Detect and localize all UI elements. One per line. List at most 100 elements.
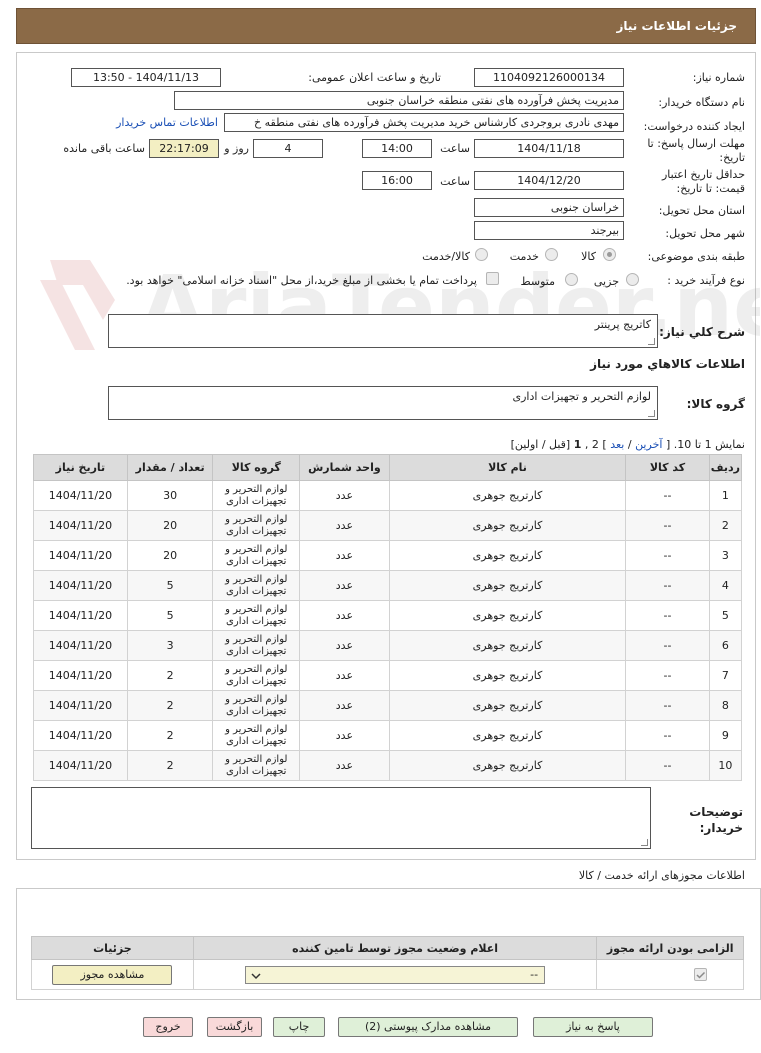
row-group: لوازم التحریر و تجهیزات اداری	[212, 480, 301, 511]
permit-row: -- مشاهده مجوز	[31, 959, 744, 990]
row-date: 1404/11/20	[33, 720, 128, 751]
process-minor-label: جزیی	[593, 275, 619, 288]
permit-details-cell: مشاهده مجوز	[31, 959, 194, 990]
reply-button[interactable]: پاسخ به نیاز	[533, 1017, 653, 1037]
summary-textarea: کاتریج پرینتر	[108, 314, 658, 348]
row-group: لوازم التحریر و تجهیزات اداری	[212, 660, 301, 691]
row-code: --	[625, 570, 710, 601]
row-qty: 2	[126, 660, 214, 691]
province-field: خراسان جنوبی	[474, 198, 624, 217]
col-header-group[interactable]: گروه کالا	[212, 454, 301, 481]
row-code: --	[625, 750, 710, 781]
table-row: 10 -- کارتریج جوهری عدد لوازم التحریر و تجهیز…	[33, 750, 743, 781]
row-group-line1: لوازم التحریر و	[225, 723, 288, 735]
category-both-radio[interactable]	[475, 248, 488, 261]
paging-last-link[interactable]: آخرین	[635, 438, 662, 451]
row-unit: عدد	[299, 480, 390, 511]
row-group-line2: تجهیزات اداری	[226, 675, 287, 687]
deadline-date-field: 1404/11/18	[474, 139, 624, 158]
col-header-index[interactable]: ردیف	[708, 454, 743, 481]
row-index: 6	[708, 630, 743, 661]
permit-col-status: اعلام وضعیت مجوز توسط تامین کننده	[192, 936, 598, 960]
chevron-down-icon	[251, 972, 261, 979]
row-index: 2	[708, 510, 743, 541]
row-index: 4	[708, 570, 743, 601]
row-group-line2: تجهیزات اداری	[226, 495, 287, 507]
row-unit: عدد	[299, 630, 390, 661]
row-qty: 2	[126, 750, 214, 781]
buyer-notes-label-2: خریدار:	[699, 821, 743, 835]
paging-bar: نمایش 1 تا 10. [ آخرین / بعد ] 2 , 1 [قب…	[511, 438, 745, 451]
row-code: --	[625, 480, 710, 511]
view-attachments-button[interactable]: مشاهده مدارک پیوستی (2)	[338, 1017, 518, 1037]
goods-table: ردیف کد کالا نام کالا واحد شمارش گروه کا…	[33, 454, 743, 781]
buyer-contact-link[interactable]: اطلاعات تماس خریدار	[116, 116, 218, 129]
process-medium-label: متوسط	[520, 275, 555, 288]
treasury-note: پرداخت تمام یا بخشی از مبلغ خرید،از محل …	[126, 274, 477, 287]
row-group-line2: تجهیزات اداری	[226, 735, 287, 747]
col-header-name[interactable]: نام کالا	[388, 454, 627, 481]
row-group: لوازم التحریر و تجهیزات اداری	[212, 510, 301, 541]
row-unit: عدد	[299, 690, 390, 721]
row-name: کارتریج جوهری	[388, 600, 627, 631]
row-code: --	[625, 540, 710, 571]
permit-status-select[interactable]: --	[245, 965, 546, 984]
row-group-line1: لوازم التحریر و	[225, 753, 288, 765]
row-name: کارتریج جوهری	[388, 720, 627, 751]
row-date: 1404/11/20	[33, 510, 128, 541]
col-header-code[interactable]: کد کالا	[625, 454, 710, 481]
row-date: 1404/11/20	[33, 540, 128, 571]
page-title: جزئیات اطلاعات نیاز	[616, 19, 737, 33]
validity-time-field: 16:00	[362, 171, 432, 190]
print-button[interactable]: چاپ	[273, 1017, 325, 1037]
view-permit-button[interactable]: مشاهده مجوز	[52, 964, 173, 985]
province-label: استان محل تحویل:	[658, 204, 745, 217]
resize-handle-icon[interactable]	[641, 839, 648, 846]
exit-button[interactable]: خروج	[143, 1017, 193, 1037]
category-label: طبقه بندی موضوعی:	[647, 250, 745, 263]
page-header: جزئیات اطلاعات نیاز	[16, 8, 756, 44]
row-code: --	[625, 600, 710, 631]
process-label: نوع فرآیند خرید :	[667, 274, 745, 287]
row-code: --	[625, 720, 710, 751]
creator-field: مهدی نادری بروجردی کارشناس خرید مدیریت پ…	[224, 113, 624, 132]
category-goods-label: کالا	[581, 250, 596, 263]
table-row: 1 -- کارتریج جوهری عدد لوازم التحریر و تجهیزا…	[33, 480, 743, 511]
process-medium-radio[interactable]	[565, 273, 578, 286]
col-header-date[interactable]: تاریخ نیاز	[33, 454, 128, 481]
row-group-line1: لوازم التحریر و	[225, 603, 288, 615]
permits-table: الزامی بودن ارائه مجوز اعلام وضعیت مجوز …	[31, 936, 744, 990]
category-both-label: کالا/خدمت	[422, 250, 470, 263]
back-button[interactable]: بازگشت	[207, 1017, 262, 1037]
row-qty: 2	[126, 690, 214, 721]
row-index: 9	[708, 720, 743, 751]
permit-required-checkbox[interactable]	[693, 968, 707, 982]
buyer-label: نام دستگاه خریدار:	[658, 96, 745, 109]
category-service-radio[interactable]	[545, 248, 558, 261]
paging-current: 1	[573, 438, 582, 451]
check-icon	[696, 972, 705, 979]
resize-handle-icon[interactable]	[648, 338, 655, 345]
permit-status-cell: --	[192, 959, 598, 990]
row-name: کارتریج جوهری	[388, 510, 627, 541]
row-unit: عدد	[299, 510, 390, 541]
row-name: کارتریج جوهری	[388, 660, 627, 691]
row-index: 10	[708, 750, 743, 781]
process-minor-radio[interactable]	[626, 273, 639, 286]
row-group-line1: لوازم التحریر و	[225, 513, 288, 525]
city-field: بیرجند	[474, 221, 624, 240]
treasury-checkbox[interactable]	[486, 272, 499, 285]
table-row: 9 -- کارتریج جوهری عدد لوازم التحریر و تجهیزا…	[33, 720, 743, 751]
col-header-qty[interactable]: تعداد / مقدار	[126, 454, 214, 481]
paging-next-link[interactable]: بعد	[610, 438, 624, 451]
category-goods-radio[interactable]	[603, 248, 616, 261]
remaining-label: ساعت باقی مانده	[63, 142, 145, 155]
buyer-field: مدیریت پخش فرآورده های نفتی منطقه خراسان…	[174, 91, 624, 110]
row-group: لوازم التحریر و تجهیزات اداری	[212, 720, 301, 751]
row-qty: 3	[126, 630, 214, 661]
paging-separator: /	[627, 438, 632, 451]
row-code: --	[625, 660, 710, 691]
resize-handle-icon[interactable]	[648, 410, 655, 417]
table-row: 4 -- کارتریج جوهری عدد لوازم التحریر و تجهیزا…	[33, 570, 743, 601]
col-header-unit[interactable]: واحد شمارش	[299, 454, 390, 481]
